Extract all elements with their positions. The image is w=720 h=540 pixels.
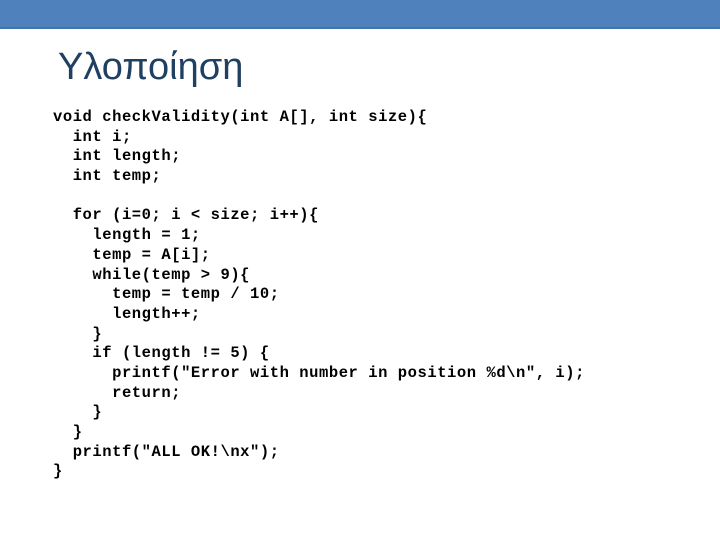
page-title: Υλοποίηση	[58, 46, 244, 88]
code-line: while(temp > 9){	[53, 265, 251, 284]
code-line: printf("Error with number in position %d…	[53, 363, 585, 382]
code-line: length++;	[53, 304, 201, 323]
code-line: length = 1;	[53, 226, 201, 245]
code-line: return;	[53, 383, 182, 402]
code-line: void checkValidity(int A[], int size){	[53, 108, 428, 126]
code-line: }	[53, 423, 83, 441]
slide-top-banner-edge	[0, 27, 720, 29]
code-line: int length;	[53, 147, 182, 166]
code-block: void checkValidity(int A[], int size){ i…	[53, 108, 693, 482]
code-line: }	[53, 462, 63, 481]
code-line: temp = A[i];	[53, 245, 211, 264]
slide-top-banner	[0, 0, 720, 27]
code-line: printf("ALL OK!\nx");	[53, 442, 280, 461]
code-line: }	[53, 403, 103, 422]
code-line: int i;	[53, 127, 132, 146]
code-line: if (length != 5) {	[53, 344, 270, 363]
code-line: for (i=0; i < size; i++){	[53, 206, 319, 225]
slide-canvas: Υλοποίηση void checkValidity(int A[], in…	[0, 0, 720, 540]
code-line: temp = temp / 10;	[53, 285, 280, 304]
code-line: }	[53, 324, 103, 343]
code-line: int temp;	[53, 167, 162, 186]
